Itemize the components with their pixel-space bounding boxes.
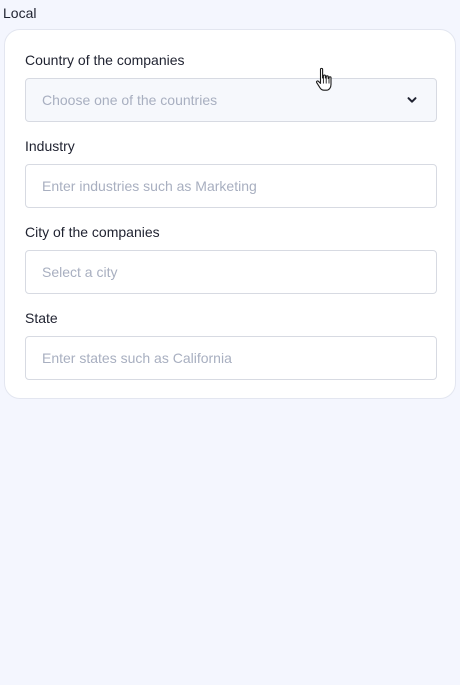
country-select[interactable]: Choose one of the countries bbox=[25, 78, 437, 122]
section-title: Local bbox=[3, 5, 37, 21]
state-field[interactable] bbox=[25, 336, 437, 380]
chevron-down-icon bbox=[407, 97, 417, 103]
industry-field[interactable] bbox=[25, 164, 437, 208]
country-label: Country of the companies bbox=[25, 52, 185, 68]
industry-input[interactable] bbox=[26, 165, 436, 207]
city-field[interactable] bbox=[25, 250, 437, 294]
country-select-placeholder: Choose one of the countries bbox=[42, 92, 218, 108]
local-filters-card: Country of the companies Choose one of t… bbox=[4, 29, 456, 399]
industry-label: Industry bbox=[25, 138, 75, 154]
state-label: State bbox=[25, 310, 58, 326]
state-input[interactable] bbox=[26, 337, 436, 379]
city-input[interactable] bbox=[26, 251, 436, 293]
city-label: City of the companies bbox=[25, 224, 160, 240]
